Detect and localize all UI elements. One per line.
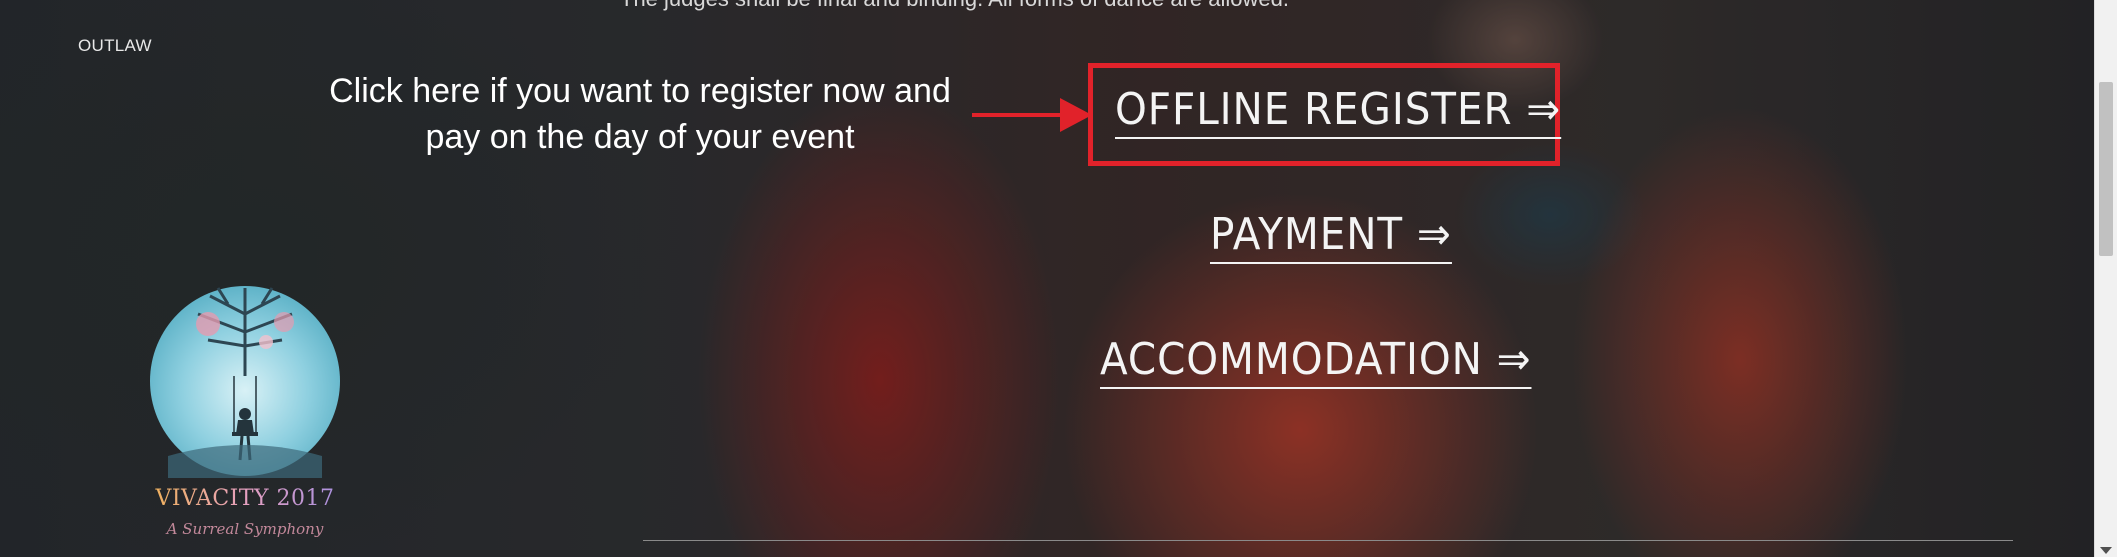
logo-tagline: A Surreal Symphony [166, 520, 324, 538]
offline-register-link[interactable]: OFFLINE REGISTER ⇒ [1115, 84, 1562, 139]
event-rules-text: The judges shall be final and binding. A… [620, 0, 1289, 12]
vivacity-logo [150, 286, 340, 478]
scrollbar-thumb[interactable] [2099, 82, 2113, 256]
callout-line-1: Click here if you want to register now a… [329, 72, 951, 110]
chevron-down-icon[interactable] [2100, 547, 2112, 554]
section-divider [643, 540, 2013, 541]
accommodation-link[interactable]: ACCOMMODATION ⇒ [1100, 334, 1532, 389]
arrow-right-icon [972, 98, 1092, 132]
payment-link[interactable]: PAYMENT ⇒ [1210, 209, 1452, 264]
callout-line-2: pay on the day of your event [425, 118, 855, 156]
vertical-scrollbar[interactable] [2094, 0, 2117, 557]
register-callout: Click here if you want to register now a… [270, 68, 1010, 160]
category-label: OUTLAW [78, 36, 152, 55]
logo-brand-text: VIVACITY 2017 [150, 486, 340, 511]
